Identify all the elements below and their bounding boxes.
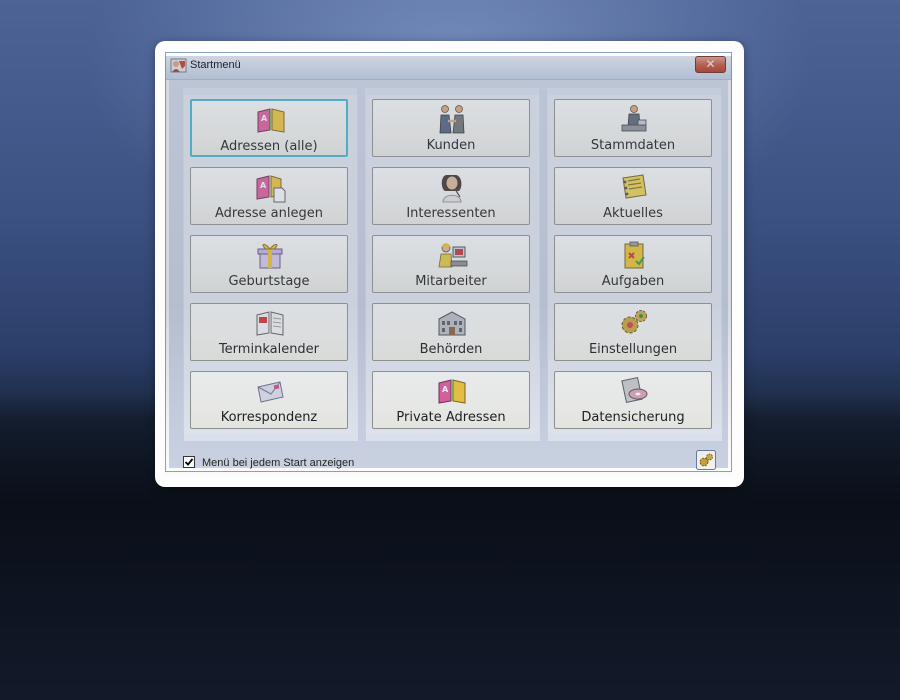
svg-text:A: A (261, 114, 268, 123)
button-label: Kunden (426, 138, 476, 153)
button-label: Behörden (419, 342, 483, 357)
button-label: Terminkalender (218, 342, 320, 357)
news-icon (622, 174, 647, 199)
button-korrespondenz[interactable]: Korrespondenz (190, 371, 348, 429)
window-frame: Startmenü ✕ A Adressen (alle) A Adresse … (155, 41, 744, 487)
button-adressen-alle[interactable]: A Adressen (alle) (190, 99, 348, 157)
prospect-icon (441, 175, 462, 203)
button-label: Einstellungen (588, 342, 678, 357)
gift-icon (257, 243, 283, 269)
column-2: Kunden Interessenten Mitarbeiter Behörde… (366, 95, 540, 441)
window-title: Startmenü (190, 59, 241, 71)
app-icon (170, 58, 187, 73)
svg-text:A: A (260, 181, 267, 190)
button-label: Korrespondenz (220, 410, 318, 425)
button-datensicherung[interactable]: Datensicherung (554, 371, 712, 429)
settings-button[interactable] (696, 450, 716, 470)
title-bar[interactable]: Startmenü ✕ (166, 53, 731, 80)
client-area: A Adressen (alle) A Adresse anlegen Gebu… (169, 80, 728, 470)
button-label: Stammdaten (590, 138, 676, 153)
gears-icon (621, 310, 647, 334)
button-einstellungen[interactable]: Einstellungen (554, 303, 712, 361)
building-icon (438, 311, 466, 336)
button-geburtstage[interactable]: Geburtstage (190, 235, 348, 293)
column-3: Stammdaten Aktuelles Aufgaben Einstellun… (548, 95, 722, 441)
button-aufgaben[interactable]: Aufgaben (554, 235, 712, 293)
tasks-icon (624, 241, 645, 269)
button-label: Adresse anlegen (215, 206, 323, 221)
customers-icon (439, 105, 465, 134)
employee-icon (438, 243, 468, 268)
button-interessenten[interactable]: Interessenten (372, 167, 530, 225)
button-label: Aufgaben (601, 274, 665, 289)
button-label: Interessenten (406, 206, 496, 221)
button-label: Adressen (alle) (220, 139, 318, 154)
button-private-adressen[interactable]: A Private Adressen (372, 371, 530, 429)
new-address-icon: A (256, 175, 286, 203)
calendar-icon (256, 311, 284, 336)
button-terminkalender[interactable]: Terminkalender (190, 303, 348, 361)
button-aktuelles[interactable]: Aktuelles (554, 167, 712, 225)
master-data-icon (621, 105, 647, 132)
close-button[interactable]: ✕ (695, 56, 726, 73)
show-on-start-label[interactable]: Menü bei jedem Start anzeigen (202, 457, 354, 469)
button-stammdaten[interactable]: Stammdaten (554, 99, 712, 157)
svg-text:A: A (442, 385, 449, 394)
button-label: Private Adressen (396, 410, 506, 425)
show-on-start-checkbox[interactable] (183, 456, 195, 468)
startmenu-window: Startmenü ✕ A Adressen (alle) A Adresse … (165, 52, 732, 472)
button-behoerden[interactable]: Behörden (372, 303, 530, 361)
button-label: Aktuelles (603, 206, 663, 221)
button-label: Mitarbeiter (415, 274, 487, 289)
private-address-book-icon: A (438, 379, 466, 404)
button-label: Geburtstage (228, 274, 310, 289)
envelope-icon (257, 381, 284, 403)
column-1: A Adressen (alle) A Adresse anlegen Gebu… (184, 95, 358, 441)
address-book-icon: A (257, 108, 285, 133)
button-adresse-anlegen[interactable]: A Adresse anlegen (190, 167, 348, 225)
button-kunden[interactable]: Kunden (372, 99, 530, 157)
button-label: Datensicherung (581, 410, 685, 425)
backup-icon (621, 376, 648, 404)
button-mitarbeiter[interactable]: Mitarbeiter (372, 235, 530, 293)
